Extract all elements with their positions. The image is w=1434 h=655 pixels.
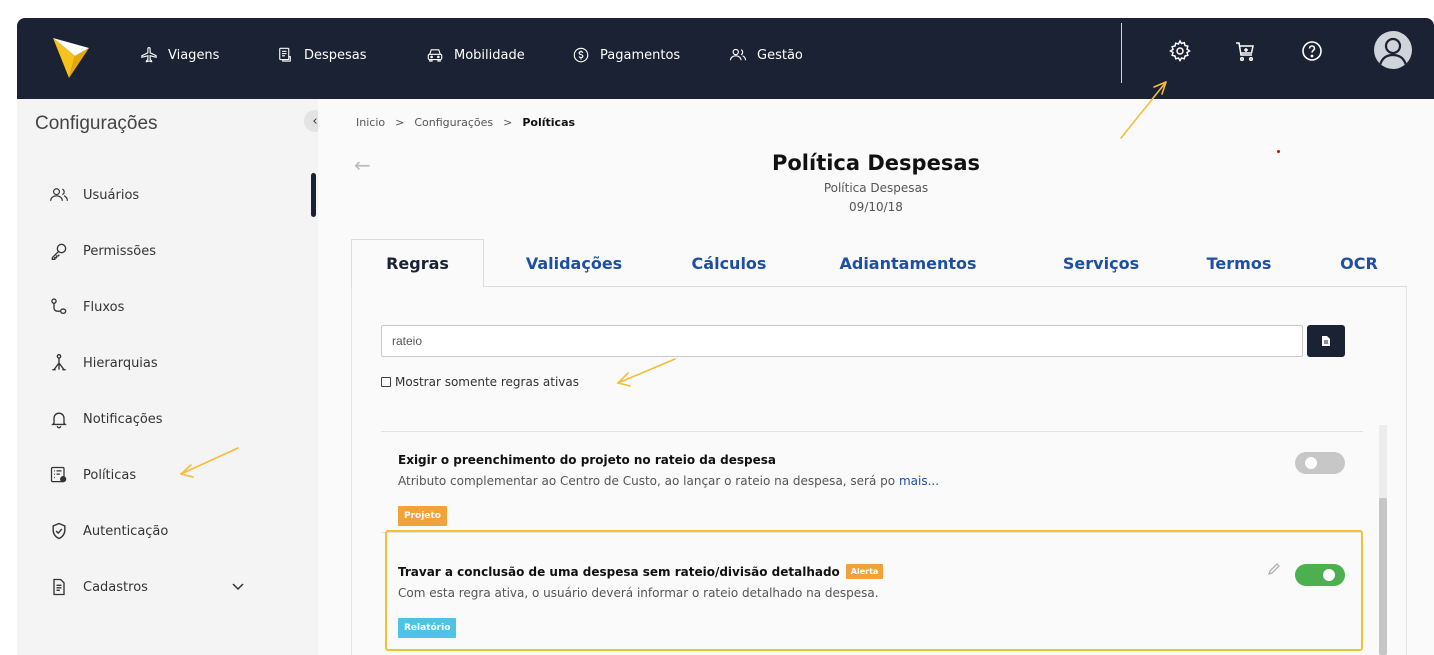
- sidebar-item-label: Permissões: [83, 243, 157, 259]
- rule-description-text: Atributo complementar ao Centro de Custo…: [398, 474, 896, 488]
- help-icon[interactable]: [1300, 39, 1324, 63]
- main-content: Inicio > Configurações > Políticas ← Pol…: [318, 99, 1434, 655]
- page-title: Política Despesas: [771, 151, 980, 175]
- tab-ocr[interactable]: OCR: [1319, 239, 1399, 287]
- bell-icon: [51, 412, 67, 429]
- breadcrumb: Inicio > Configurações > Políticas: [356, 116, 575, 129]
- sidebar-item-label: Políticas: [83, 467, 137, 483]
- policy-icon: [50, 466, 67, 483]
- nav-gestao-label: Gestão: [757, 47, 803, 63]
- topbar-divider: [1121, 23, 1122, 83]
- sidebar: Configurações Usuários Permissões Fluxos…: [17, 99, 318, 655]
- rule-description: Com esta regra ativa, o usuário deverá i…: [398, 586, 879, 600]
- nav-viagens-label: Viagens: [168, 47, 220, 63]
- breadcrumb-separator: >: [503, 116, 513, 129]
- page-subtitle: Política Despesas: [823, 181, 929, 195]
- sidebar-item-label: Notificações: [83, 411, 163, 427]
- key-icon: [51, 243, 67, 260]
- page-date: 09/10/18: [849, 200, 903, 214]
- nav-pagamentos[interactable]: Pagamentos: [572, 43, 680, 67]
- airplane-icon: [141, 46, 157, 63]
- tab-servicos[interactable]: Serviços: [1041, 239, 1161, 287]
- sidebar-item-autenticacao[interactable]: Autenticação: [49, 519, 168, 543]
- nav-despesas[interactable]: Despesas: [276, 43, 367, 67]
- breadcrumb-item-configuracoes[interactable]: Configurações: [414, 116, 493, 129]
- sidebar-item-label: Fluxos: [83, 299, 125, 315]
- rule-tag: Projeto: [398, 506, 447, 526]
- user-avatar[interactable]: [1374, 31, 1412, 69]
- sidebar-item-label: Hierarquias: [83, 355, 158, 371]
- sidebar-item-hierarquias[interactable]: Hierarquias: [49, 351, 158, 375]
- alert-badge: Alerta: [845, 564, 884, 579]
- breadcrumb-item-politicas: Políticas: [522, 116, 576, 129]
- flow-icon: [51, 298, 67, 314]
- receipt-icon: [279, 47, 291, 62]
- active-rules-filter[interactable]: Mostrar somente regras ativas: [381, 375, 579, 389]
- dollar-icon: [573, 47, 589, 63]
- nav-mobilidade-label: Mobilidade: [454, 47, 525, 63]
- users-icon: [729, 48, 747, 61]
- shield-icon: [52, 522, 66, 540]
- user-avatar-icon: [1378, 37, 1408, 66]
- tab-regras[interactable]: Regras: [351, 239, 484, 287]
- rules-scrollbar-thumb[interactable]: [1379, 498, 1387, 655]
- nav-despesas-label: Despesas: [304, 47, 367, 63]
- rule-title-text: Travar a conclusão de uma despesa sem ra…: [398, 564, 840, 579]
- edit-pencil-icon[interactable]: [1267, 562, 1281, 576]
- tab-termos[interactable]: Termos: [1189, 239, 1289, 287]
- sidebar-title: Configurações: [35, 113, 158, 134]
- app-window: Viagens Despesas Mobilidade Pagamentos G…: [17, 18, 1434, 655]
- rule-title-text: Exigir o preenchimento do projeto no rat…: [398, 453, 776, 467]
- tab-bar: Regras Validações Cálculos Adiantamentos…: [351, 239, 1401, 287]
- sidebar-item-label: Autenticação: [83, 523, 169, 539]
- rule-divider: [381, 431, 1363, 432]
- tab-validacoes[interactable]: Validações: [499, 239, 649, 287]
- sidebar-item-label: Usuários: [83, 187, 140, 203]
- sidebar-item-notificacoes[interactable]: Notificações: [49, 407, 163, 431]
- more-link[interactable]: mais...: [899, 474, 939, 488]
- toggle-knob: [1305, 457, 1317, 469]
- car-icon: [427, 49, 443, 62]
- sidebar-scroll-indicator[interactable]: [311, 173, 316, 217]
- hierarchy-icon: [52, 354, 66, 371]
- nav-pagamentos-label: Pagamentos: [600, 47, 681, 63]
- red-dot-marker: [1277, 150, 1280, 153]
- tab-calculos[interactable]: Cálculos: [669, 239, 789, 287]
- rule-active-toggle[interactable]: [1295, 452, 1345, 474]
- document-icon: [53, 578, 65, 596]
- search-input[interactable]: [381, 325, 1303, 357]
- toggle-knob: [1323, 569, 1335, 581]
- sidebar-item-fluxos[interactable]: Fluxos: [49, 295, 124, 319]
- breadcrumb-separator: >: [395, 116, 405, 129]
- active-rules-checkbox[interactable]: [381, 377, 391, 387]
- nav-viagens[interactable]: Viagens: [140, 43, 219, 67]
- rule-description-text: Com esta regra ativa, o usuário deverá i…: [398, 586, 879, 600]
- search-button[interactable]: [1307, 325, 1345, 357]
- brand-logo-icon[interactable]: [53, 34, 89, 80]
- nav-mobilidade[interactable]: Mobilidade: [426, 43, 525, 67]
- users-icon: [50, 188, 68, 201]
- rule-title: Exigir o preenchimento do projeto no rat…: [398, 453, 776, 467]
- cart-icon[interactable]: [1233, 39, 1257, 63]
- rule-title: Travar a conclusão de uma despesa sem ra…: [398, 564, 884, 579]
- chevron-down-icon[interactable]: [231, 582, 245, 592]
- sidebar-item-usuarios[interactable]: Usuários: [49, 183, 139, 207]
- chevron-left-icon: ‹: [312, 113, 318, 129]
- gear-icon[interactable]: [1168, 39, 1192, 63]
- top-navbar: Viagens Despesas Mobilidade Pagamentos G…: [17, 18, 1434, 99]
- active-rules-label: Mostrar somente regras ativas: [395, 375, 579, 389]
- sidebar-item-label: Cadastros: [83, 579, 148, 595]
- sidebar-item-politicas[interactable]: Políticas: [49, 463, 136, 487]
- nav-gestao[interactable]: Gestão: [729, 43, 803, 67]
- rule-active-toggle[interactable]: [1295, 564, 1345, 586]
- tab-adiantamentos[interactable]: Adiantamentos: [813, 239, 1003, 287]
- sidebar-item-permissoes[interactable]: Permissões: [49, 239, 156, 263]
- sidebar-item-cadastros[interactable]: Cadastros: [49, 575, 148, 599]
- breadcrumb-item-inicio[interactable]: Inicio: [356, 116, 385, 129]
- rule-tag: Relatório: [398, 618, 457, 638]
- rule-description: Atributo complementar ao Centro de Custo…: [398, 474, 939, 488]
- document-icon: [1322, 336, 1330, 346]
